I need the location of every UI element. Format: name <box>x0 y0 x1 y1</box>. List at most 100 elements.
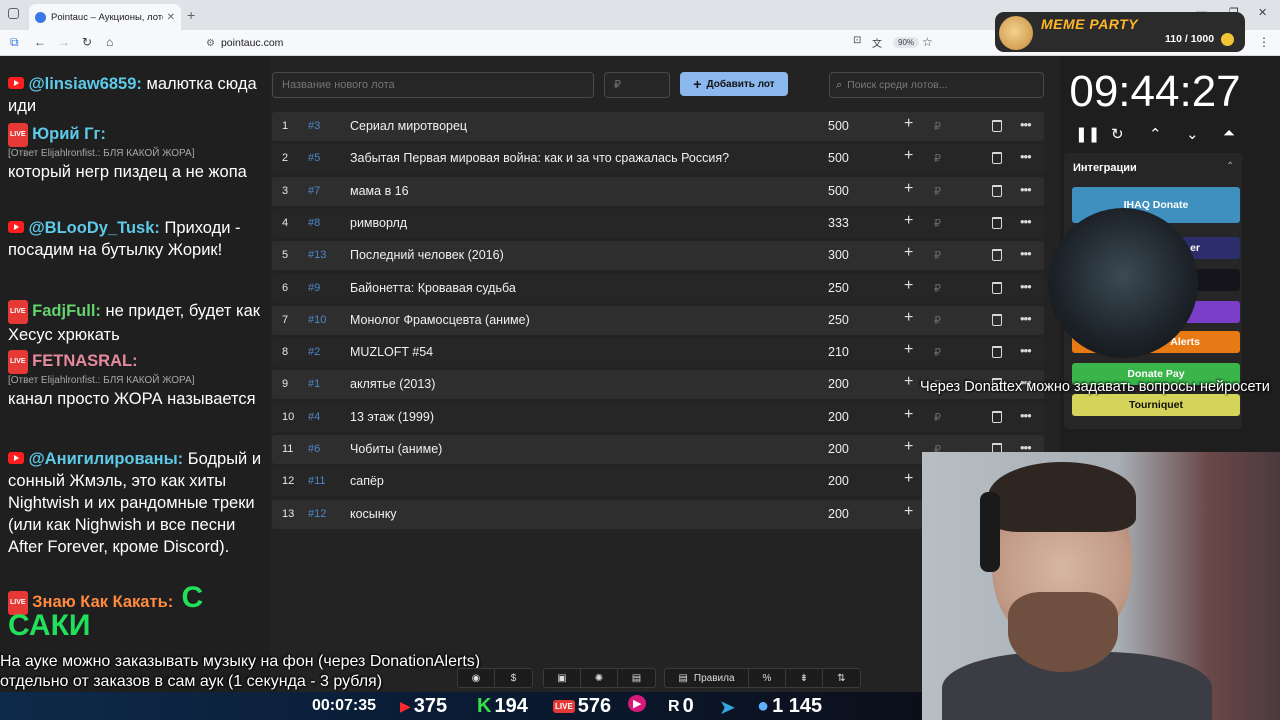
lot-amount[interactable]: 200 <box>828 442 849 456</box>
more-options-icon[interactable]: ••• <box>1020 182 1032 197</box>
double-increase-icon[interactable]: ⏶ <box>1223 125 1235 142</box>
add-amount-icon[interactable]: + <box>904 212 913 230</box>
more-options-icon[interactable]: ••• <box>1020 279 1032 294</box>
new-lot-input[interactable] <box>272 72 594 98</box>
ruble-icon[interactable]: ₽ <box>934 185 941 198</box>
bug-icon[interactable]: ✺ <box>581 669 618 687</box>
close-window-icon[interactable]: ✕ <box>1258 6 1267 19</box>
lot-row[interactable]: 3 #7 мама в 16 500 + ₽ ••• <box>272 176 1044 206</box>
ruble-icon[interactable]: ₽ <box>934 346 941 359</box>
lot-name[interactable]: Забытая Первая мировая война: как и за ч… <box>350 151 729 165</box>
reload-icon[interactable]: ↻ <box>82 35 92 49</box>
ruble-icon[interactable]: ₽ <box>934 152 941 165</box>
rules-button[interactable]: ▤ Правила <box>665 669 749 687</box>
lot-name[interactable]: 13 этаж (1999) <box>350 410 434 424</box>
lot-amount[interactable]: 500 <box>828 119 849 133</box>
delete-icon[interactable] <box>992 216 1002 229</box>
delete-icon[interactable] <box>992 152 1002 165</box>
split-icon[interactable]: ⇟ <box>786 669 823 687</box>
add-amount-icon[interactable]: + <box>904 373 913 391</box>
more-options-icon[interactable]: ••• <box>1020 214 1032 229</box>
lot-row[interactable]: 2 #5 Забытая Первая мировая война: как и з… <box>272 144 1044 174</box>
lot-amount[interactable]: 500 <box>828 151 849 165</box>
add-amount-icon[interactable]: + <box>904 115 913 133</box>
translate-icon[interactable]: 文 <box>872 35 882 50</box>
lot-name[interactable]: мама в 16 <box>350 184 409 198</box>
delete-icon[interactable] <box>992 346 1002 359</box>
lot-name[interactable]: римворлд <box>350 216 407 230</box>
sidebar-toggle-icon[interactable] <box>8 8 19 19</box>
lot-name[interactable]: Сериал миротворец <box>350 119 467 133</box>
lot-amount[interactable]: 200 <box>828 377 849 391</box>
lot-name[interactable]: Последний человек (2016) <box>350 248 504 262</box>
delete-icon[interactable] <box>992 249 1002 262</box>
lot-name[interactable]: Чобиты (аниме) <box>350 442 442 456</box>
add-amount-icon[interactable]: + <box>904 438 913 456</box>
integration-tourniquet-button[interactable]: Tourniquet <box>1072 394 1240 416</box>
add-amount-icon[interactable]: + <box>904 180 913 198</box>
ruble-icon[interactable]: ₽ <box>934 282 941 295</box>
close-tab-icon[interactable]: ✕ <box>167 12 175 23</box>
menu-icon[interactable]: ⋮ <box>1258 35 1270 49</box>
more-options-icon[interactable]: ••• <box>1020 408 1032 423</box>
ruble-icon[interactable]: ₽ <box>934 249 941 262</box>
save-icon[interactable]: ▣ <box>544 669 581 687</box>
lot-amount[interactable]: 200 <box>828 410 849 424</box>
lot-amount[interactable]: 250 <box>828 313 849 327</box>
add-amount-icon[interactable]: + <box>904 309 913 327</box>
add-amount-icon[interactable]: + <box>904 277 913 295</box>
add-amount-icon[interactable]: + <box>904 503 913 521</box>
add-amount-icon[interactable]: + <box>904 147 913 165</box>
add-amount-icon[interactable]: + <box>904 341 913 359</box>
add-lot-button[interactable]: + Добавить лот <box>680 72 788 96</box>
lot-row[interactable]: 10 #4 13 этаж (1999) 200 + ₽ ••• <box>272 402 1044 432</box>
delete-icon[interactable] <box>992 281 1002 294</box>
add-amount-icon[interactable]: + <box>904 244 913 262</box>
install-app-icon[interactable]: ⊡ <box>853 35 861 46</box>
ruble-icon[interactable]: ₽ <box>934 411 941 424</box>
site-info-icon[interactable]: ⚙ <box>206 38 215 49</box>
lot-amount[interactable]: 300 <box>828 248 849 262</box>
decrease-time-icon[interactable]: ⌄ <box>1186 125 1199 143</box>
browser-tab[interactable]: Pointauc – Аукционы, лотереи ✕ <box>29 4 181 30</box>
add-amount-icon[interactable]: + <box>904 406 913 424</box>
reset-icon[interactable]: ↻ <box>1111 125 1124 143</box>
pause-icon[interactable]: ❚❚ <box>1075 125 1100 143</box>
lot-search-input[interactable]: ⌕ Поиск среди лотов... <box>829 72 1044 98</box>
lot-row[interactable]: 4 #8 римворлд 333 + ₽ ••• <box>272 208 1044 238</box>
lot-amount[interactable]: 500 <box>828 184 849 198</box>
add-amount-icon[interactable]: + <box>904 470 913 488</box>
collapse-icon[interactable]: ⌃ <box>1226 161 1234 172</box>
lot-name[interactable]: сапёр <box>350 474 384 488</box>
ruble-icon[interactable]: ₽ <box>934 120 941 133</box>
delete-icon[interactable] <box>992 120 1002 132</box>
lot-name[interactable]: косынку <box>350 507 397 521</box>
github-icon[interactable]: ◉ <box>458 669 495 687</box>
forward-icon[interactable]: → <box>58 35 70 49</box>
ruble-icon[interactable]: ₽ <box>934 217 941 230</box>
sort-icon[interactable]: ⇅ <box>823 669 860 687</box>
delete-icon[interactable] <box>992 184 1002 197</box>
percent-icon[interactable]: % <box>749 669 786 687</box>
lot-row[interactable]: 5 #13 Последний человек (2016) 300 + ₽ ••• <box>272 241 1044 271</box>
lot-amount[interactable]: 333 <box>828 216 849 230</box>
lot-name[interactable]: Монолог Фрамосцевта (аниме) <box>350 313 530 327</box>
lot-name[interactable]: MUZLOFT #54 <box>350 345 433 359</box>
donate-icon[interactable]: $ <box>495 669 532 687</box>
delete-icon[interactable] <box>992 313 1002 326</box>
delete-icon[interactable] <box>992 410 1002 423</box>
lot-name[interactable]: Байонетта: Кровавая судьба <box>350 281 516 295</box>
increase-time-icon[interactable]: ⌃ <box>1149 125 1162 143</box>
lot-amount[interactable]: 200 <box>828 474 849 488</box>
more-options-icon[interactable]: ••• <box>1020 343 1032 358</box>
address-bar[interactable]: ⚙ pointauc.com <box>200 33 940 53</box>
lot-name[interactable]: аклятье (2013) <box>350 377 435 391</box>
lot-row[interactable]: 1 #3 Сериал миротворец 500 + ₽ ••• <box>272 112 1044 141</box>
zoom-badge[interactable]: 90% <box>893 37 920 48</box>
ruble-icon[interactable]: ₽ <box>934 314 941 327</box>
lot-amount[interactable]: 250 <box>828 281 849 295</box>
more-options-icon[interactable]: ••• <box>1020 311 1032 326</box>
back-icon[interactable]: ← <box>34 35 46 49</box>
lot-row[interactable]: 8 #2 MUZLOFT #54 210 + ₽ ••• <box>272 338 1044 368</box>
lot-amount[interactable]: 200 <box>828 507 849 521</box>
